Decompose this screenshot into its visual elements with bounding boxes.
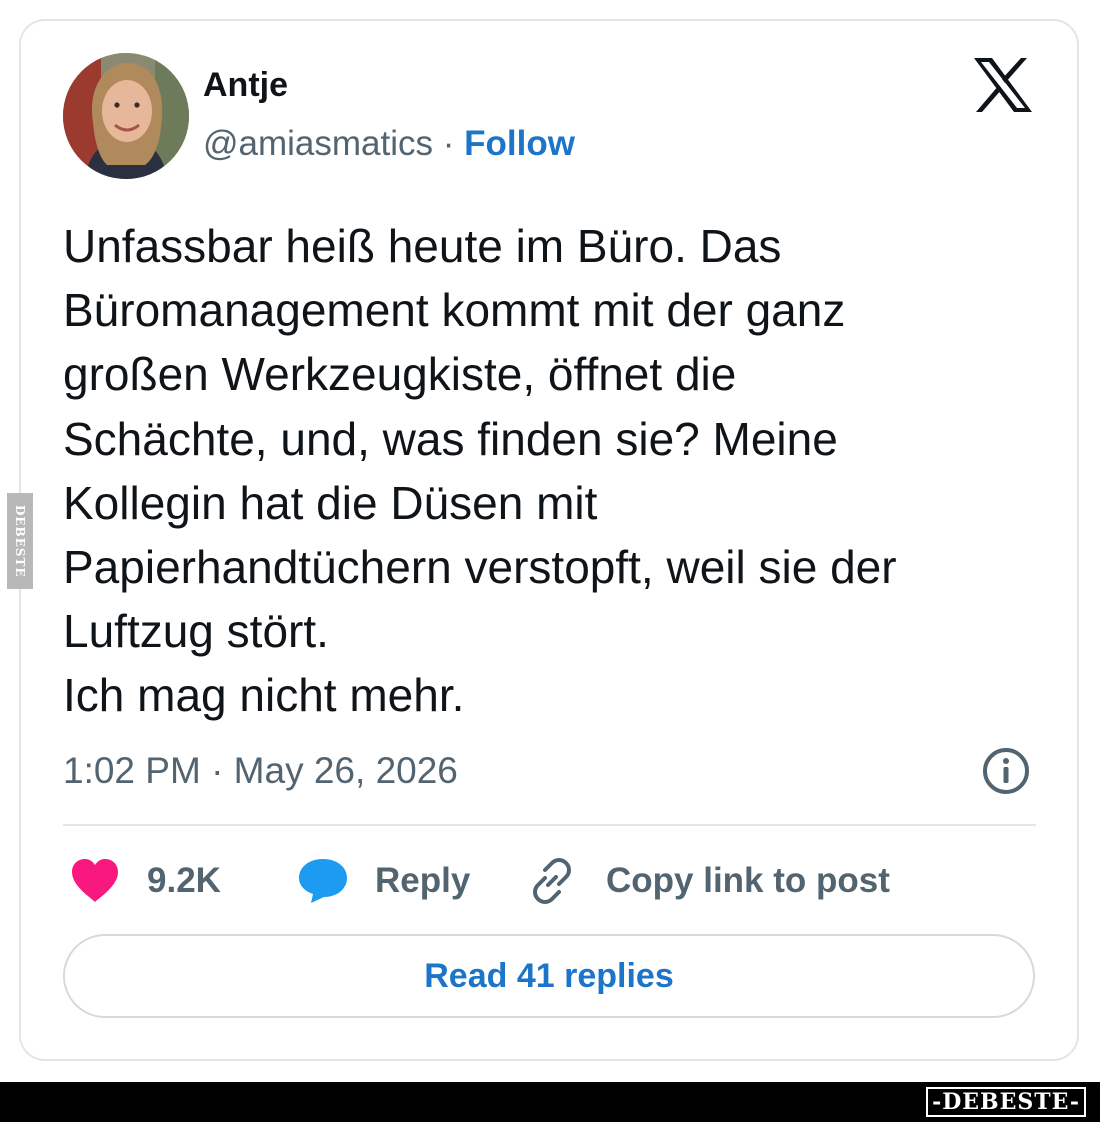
x-logo-icon[interactable] [972,56,1034,114]
copy-link-button[interactable]: Copy link to post [527,855,890,907]
tweet-text: Unfassbar heiß heute im Büro. Das Büroma… [63,220,897,722]
reply-label: Reply [375,861,471,900]
follow-button[interactable]: Follow [464,124,575,163]
display-name[interactable]: Antje [203,66,288,105]
avatar-photo [63,53,189,179]
reply-button[interactable]: Reply [297,855,470,907]
like-button[interactable]: 9.2K [70,855,221,907]
divider [63,824,1036,826]
like-count: 9.2K [147,861,221,900]
footer-bar: -DEBESTE- [0,1082,1100,1122]
speech-bubble-icon [299,859,347,903]
side-watermark: DEBESTE [7,493,33,589]
info-icon[interactable] [981,746,1031,796]
copy-link-label: Copy link to post [606,861,890,900]
link-icon [533,858,571,904]
read-replies-label: Read 41 replies [424,956,674,995]
heart-icon [72,859,118,902]
footer-watermark: -DEBESTE- [926,1087,1086,1117]
avatar[interactable] [63,53,189,179]
handle[interactable]: @amiasmatics [203,124,433,163]
handle-row: @amiasmatics · Follow [203,124,575,164]
handle-separator: · [442,124,455,163]
timestamp[interactable]: 1:02 PM · May 26, 2026 [63,750,458,792]
read-replies-button[interactable]: Read 41 replies [63,934,1035,1018]
